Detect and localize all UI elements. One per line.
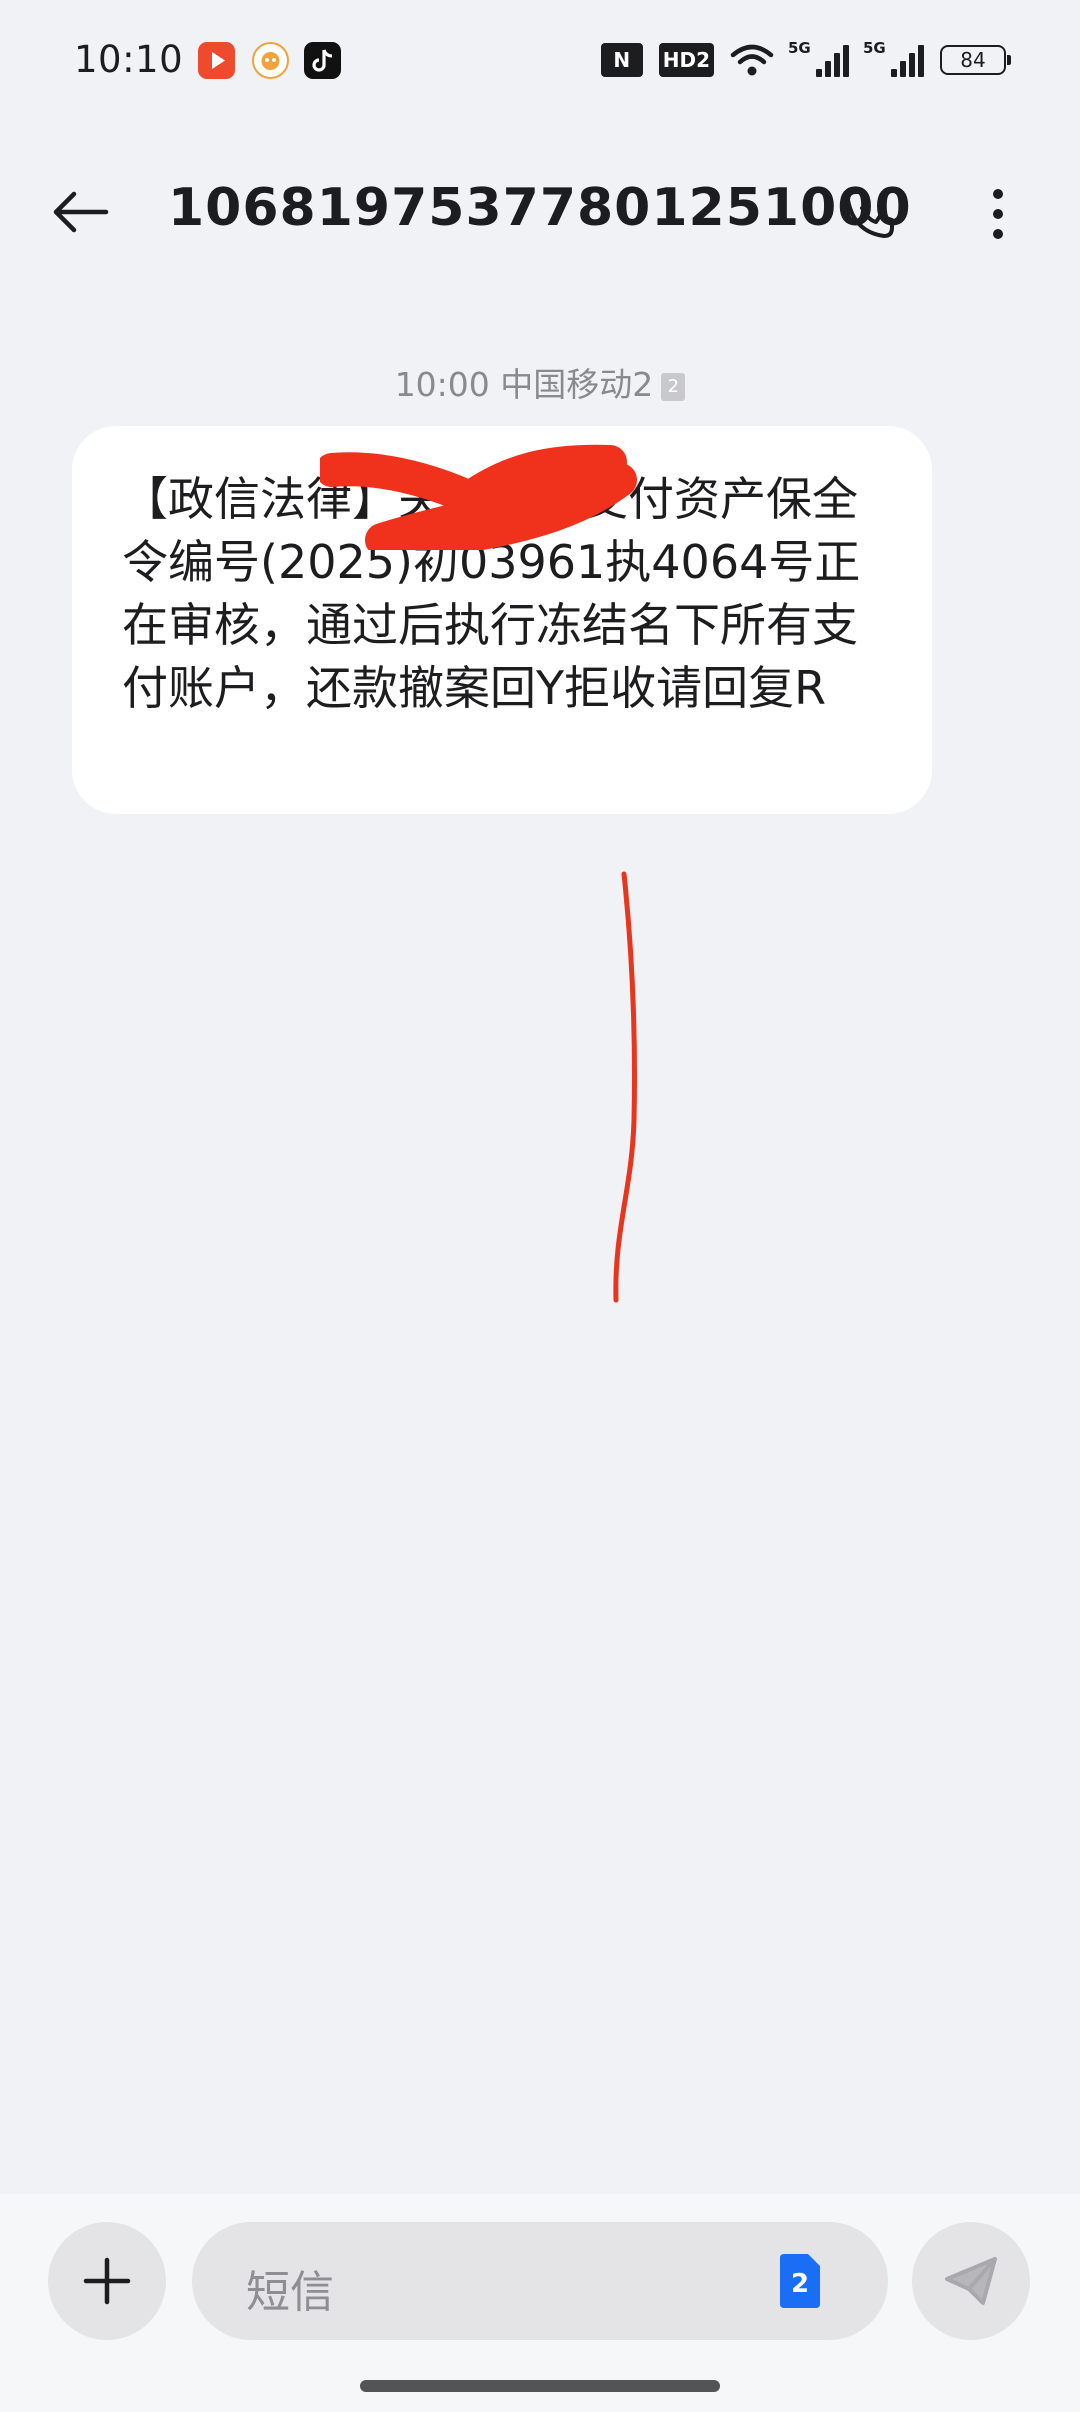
battery-icon: 84	[940, 45, 1011, 75]
status-indicators: N HD2 5G 5G 84	[600, 39, 1011, 80]
plus-icon	[83, 2257, 131, 2305]
hand-drawn-line	[613, 871, 638, 1303]
redaction-scribble	[320, 444, 637, 550]
status-bar: 10:10 N HD2 5G 5G 84	[0, 0, 1080, 120]
message-input[interactable]: 短信 2	[192, 2222, 888, 2340]
svg-text:2: 2	[791, 2269, 809, 2299]
message-input-placeholder: 短信	[246, 2267, 334, 2318]
signal-sim2-icon: 5G	[863, 39, 924, 77]
sim-card-icon[interactable]: 2	[776, 2252, 824, 2310]
message-carrier: 中国移动2	[500, 365, 654, 404]
call-button[interactable]	[830, 180, 910, 248]
signal-sim1-icon: 5G	[788, 39, 849, 77]
send-button[interactable]	[912, 2222, 1030, 2340]
battery-level: 84	[960, 48, 986, 72]
message-timestamp: 10:00	[394, 365, 490, 404]
message-meta: 10:00 中国移动2 2	[0, 358, 1080, 406]
message-bubble[interactable]: 【政信法律】关于你的支付资产保全令编号(2025)初03961执4064号正在审…	[72, 426, 932, 814]
nfc-icon: N	[600, 43, 643, 77]
hd-voice-icon: HD2	[658, 43, 714, 77]
conversation-header: 10681975377801251000	[0, 150, 1080, 274]
back-arrow-icon	[53, 191, 109, 233]
tiktok-icon	[304, 42, 341, 79]
more-vertical-icon	[993, 189, 1003, 239]
back-button[interactable]	[40, 178, 120, 246]
status-time: 10:10	[74, 38, 184, 81]
video-app-icon	[198, 42, 235, 79]
conversation-title: 10681975377801251000	[168, 178, 912, 238]
orange-app-icon	[252, 42, 289, 79]
send-icon	[945, 2257, 997, 2305]
phone-icon	[846, 190, 894, 238]
wifi-icon	[730, 44, 774, 76]
sim-badge-icon: 2	[661, 372, 686, 401]
home-indicator[interactable]	[360, 2380, 720, 2392]
add-attachment-button[interactable]	[48, 2222, 166, 2340]
more-options-button[interactable]	[958, 180, 1038, 248]
